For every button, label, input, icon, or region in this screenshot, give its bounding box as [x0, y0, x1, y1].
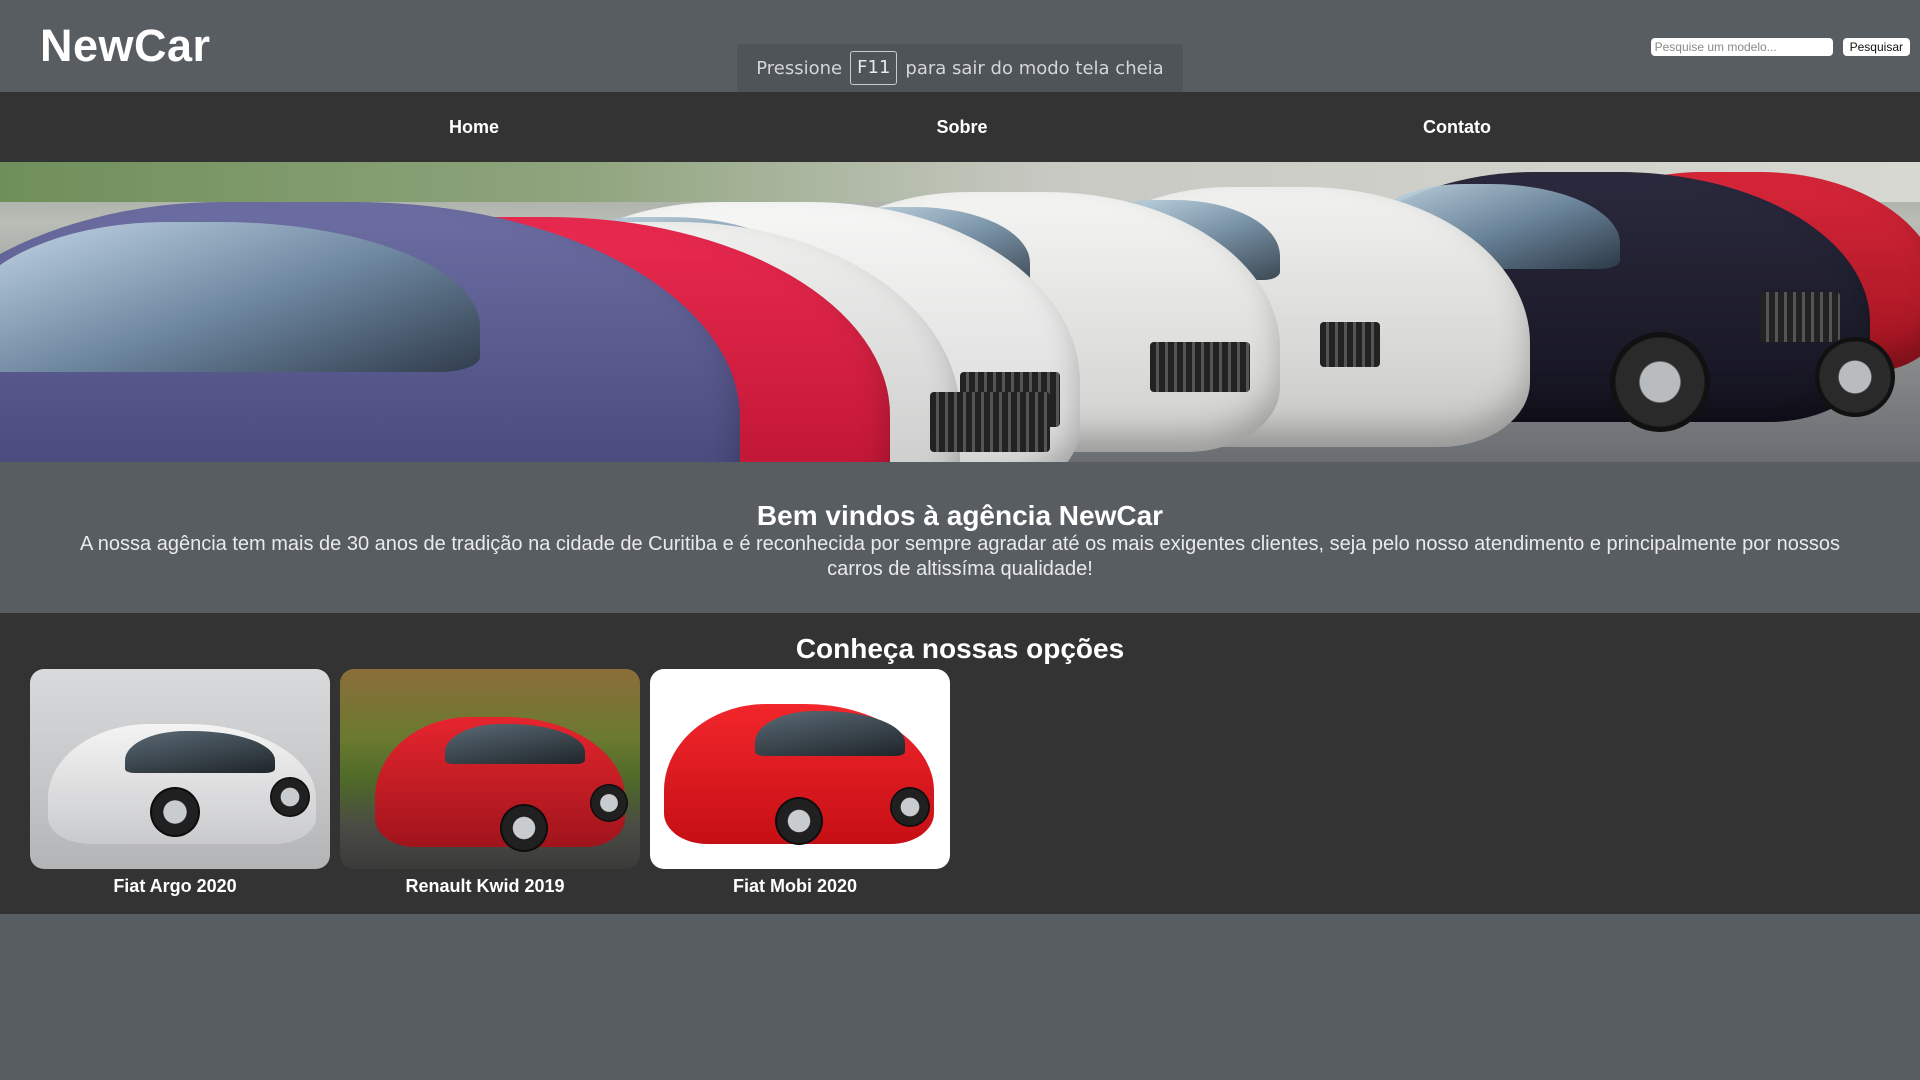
hero-car-lot-image	[0, 162, 1920, 462]
options-section: Conheça nossas opções Fiat Argo 2020 Ren…	[0, 613, 1920, 914]
car-grille	[1760, 292, 1840, 342]
car-wheel	[775, 797, 823, 845]
car-card-title: Renault Kwid 2019	[405, 876, 565, 896]
car-grille	[930, 392, 1050, 452]
welcome-title: Bem vindos à agência NewCar	[756, 500, 1164, 531]
welcome-section: Bem vindos à agência NewCar A nossa agên…	[0, 462, 1920, 613]
car-card-fiat-argo[interactable]: Fiat Argo 2020	[30, 669, 330, 897]
search-button[interactable]: Pesquisar	[1842, 38, 1910, 56]
search-input[interactable]	[1650, 38, 1833, 56]
welcome-text: A nossa agência tem mais de 30 anos de t…	[80, 533, 1840, 580]
nav-item-sobre[interactable]: Sobre	[936, 92, 987, 162]
main-nav: Home Sobre Contato	[0, 92, 1920, 162]
car-wheel	[1815, 337, 1895, 417]
car-card-renault-kwid[interactable]: Renault Kwid 2019	[340, 669, 640, 897]
car-photo-fiat-argo[interactable]	[30, 669, 330, 869]
car-card-fiat-mobi[interactable]: Fiat Mobi 2020	[650, 669, 950, 897]
car-photo-fiat-mobi[interactable]	[650, 669, 950, 869]
nav-item-contato[interactable]: Contato	[1423, 92, 1491, 162]
fullscreen-hint-text-after: para sair do modo tela cheia	[905, 57, 1164, 79]
car-wheel	[1610, 332, 1710, 432]
brand-logo[interactable]: NewCar	[40, 20, 211, 72]
site-header: NewCar Pressione F11 para sair do modo t…	[0, 0, 1920, 92]
car-wheel	[890, 787, 930, 827]
options-title: Conheça nossas opções	[795, 633, 1125, 664]
car-wheel	[150, 787, 200, 837]
nav-item-home[interactable]: Home	[449, 92, 499, 162]
car-photo-renault-kwid[interactable]	[340, 669, 640, 869]
fullscreen-hint-key: F11	[850, 51, 898, 85]
car-card-title: Fiat Mobi 2020	[732, 876, 858, 896]
car-window	[755, 711, 905, 756]
fullscreen-hint-text-before: Pressione	[756, 57, 843, 79]
car-wheel	[500, 804, 548, 852]
car-grille	[1150, 342, 1250, 392]
car-card-title: Fiat Argo 2020	[113, 876, 237, 896]
search-form: Pesquisar	[1650, 38, 1910, 56]
car-wheel	[590, 784, 628, 822]
car-grille	[1320, 322, 1380, 367]
car-wheel	[270, 777, 310, 817]
fullscreen-hint: Pressione F11 para sair do modo tela che…	[737, 44, 1183, 92]
